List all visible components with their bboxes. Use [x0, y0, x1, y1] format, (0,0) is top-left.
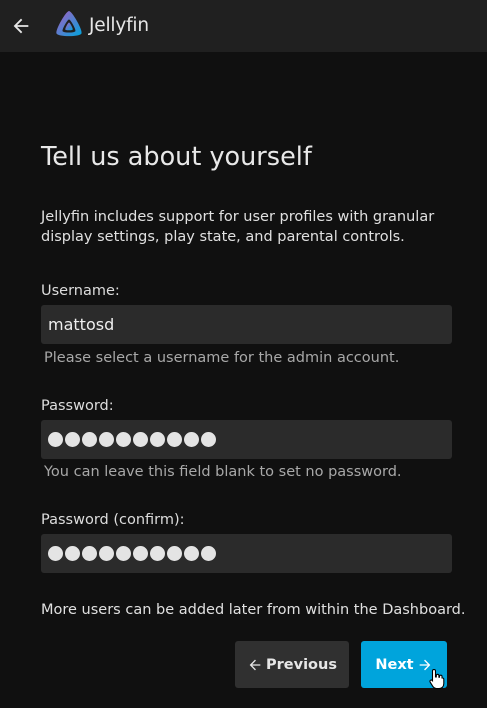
- password-confirm-label: Password (confirm):: [41, 512, 185, 528]
- password-input[interactable]: [41, 420, 452, 459]
- mask-dot: [201, 432, 216, 447]
- header-bar: Jellyfin: [0, 0, 487, 52]
- mask-dot: [133, 546, 148, 561]
- mask-dot: [184, 432, 199, 447]
- mask-dot: [48, 546, 63, 561]
- logo-text: Jellyfin: [89, 14, 149, 36]
- next-label: Next: [375, 656, 414, 673]
- arrow-left-icon: [13, 18, 29, 34]
- username-help: Please select a username for the admin a…: [44, 350, 400, 366]
- arrow-left-icon: [249, 659, 261, 670]
- mask-dot: [116, 432, 131, 447]
- username-label: Username:: [41, 283, 120, 299]
- password-label: Password:: [41, 398, 114, 414]
- mask-dot: [99, 546, 114, 561]
- mask-dot: [167, 432, 182, 447]
- footer-note: More users can be added later from withi…: [41, 602, 466, 618]
- mask-dot: [82, 546, 97, 561]
- mask-dot: [201, 546, 216, 561]
- username-value: mattosd: [48, 315, 115, 334]
- intro-text: Jellyfin includes support for user profi…: [41, 209, 435, 245]
- mask-dot: [133, 432, 148, 447]
- jellyfin-logo-icon: [56, 11, 82, 37]
- mask-dot: [150, 546, 165, 561]
- mask-dot: [167, 546, 182, 561]
- password-mask: [48, 432, 216, 447]
- back-button[interactable]: [9, 14, 33, 38]
- mask-dot: [82, 432, 97, 447]
- password-confirm-mask: [48, 546, 216, 561]
- password-help: You can leave this field blank to set no…: [44, 464, 402, 480]
- mask-dot: [99, 432, 114, 447]
- username-input[interactable]: mattosd: [41, 305, 452, 344]
- mask-dot: [150, 432, 165, 447]
- mask-dot: [116, 546, 131, 561]
- mask-dot: [184, 546, 199, 561]
- jellyfin-logo[interactable]: Jellyfin: [53, 9, 149, 41]
- password-confirm-input[interactable]: [41, 534, 452, 573]
- hand-pointer-cursor-icon: [429, 668, 445, 690]
- page-title: Tell us about yourself: [41, 142, 312, 172]
- mask-dot: [65, 432, 80, 447]
- previous-button[interactable]: Previous: [235, 641, 349, 688]
- previous-label: Previous: [266, 656, 337, 673]
- mask-dot: [48, 432, 63, 447]
- mask-dot: [65, 546, 80, 561]
